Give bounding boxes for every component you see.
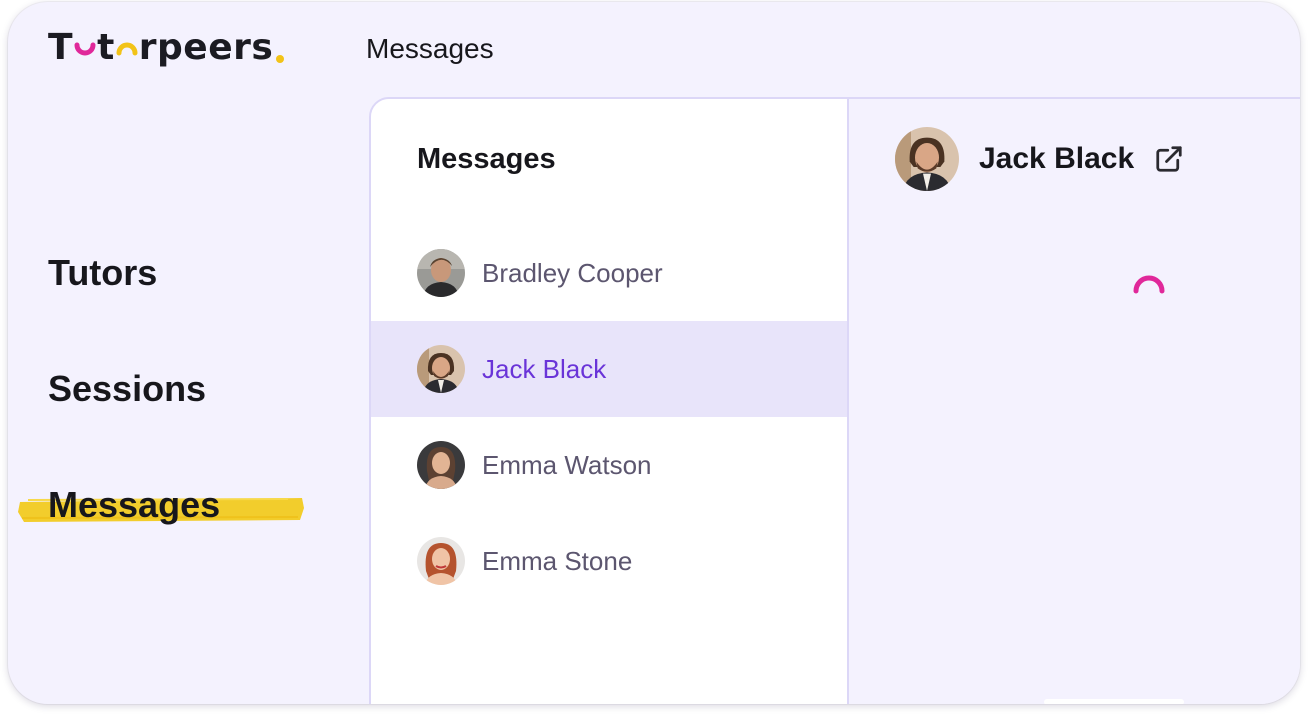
page-title: Messages	[366, 33, 494, 64]
conversation-item-bradley-cooper[interactable]: Bradley Cooper	[371, 225, 847, 321]
conversation-item-name: Emma Watson	[482, 449, 652, 480]
chat-avatar	[895, 127, 959, 191]
conversation-item-emma-stone[interactable]: Emma Stone	[371, 513, 847, 609]
avatar	[417, 537, 465, 585]
nav-item-tutors[interactable]: Tutors	[48, 252, 157, 294]
logo-u-arc-icon	[74, 42, 96, 56]
conversation-item-name: Bradley Cooper	[482, 257, 663, 288]
logo[interactable]: T t rpeers	[48, 22, 285, 72]
conversation-item-emma-watson[interactable]: Emma Watson	[371, 417, 847, 513]
conversation-item-name: Emma Stone	[482, 545, 633, 576]
chat-pane: Jack Black	[849, 99, 1300, 704]
logo-letter-t2: t	[97, 26, 115, 68]
chat-header: Jack Black	[895, 127, 1184, 191]
loading-spinner-icon	[1133, 275, 1165, 294]
avatar	[417, 441, 465, 489]
app-window: T t rpeers Messages Tutors Sessions Mess…	[8, 2, 1300, 704]
content-panel: Messages Bradley Cooper Jack Black Emma …	[369, 97, 1300, 704]
conversation-item-jack-black[interactable]: Jack Black	[371, 321, 847, 417]
conversation-list: Messages Bradley Cooper Jack Black Emma …	[371, 99, 849, 704]
logo-letters-rpeers: rpeers	[138, 26, 274, 68]
nav-item-messages[interactable]: Messages	[48, 484, 220, 526]
avatar	[417, 249, 465, 297]
conversation-item-name: Jack Black	[482, 353, 607, 384]
logo-wordmark: T t rpeers	[48, 26, 285, 68]
logo-dot	[276, 55, 285, 63]
nav-item-sessions[interactable]: Sessions	[48, 368, 206, 410]
external-link-icon[interactable]	[1154, 144, 1184, 174]
scroll-indicator	[1044, 699, 1184, 704]
logo-o-arc-icon	[116, 42, 138, 56]
conversation-list-title: Messages	[417, 143, 556, 175]
avatar	[417, 345, 465, 393]
chat-contact-name: Jack Black	[979, 142, 1135, 175]
logo-letter-t: T	[48, 26, 74, 68]
